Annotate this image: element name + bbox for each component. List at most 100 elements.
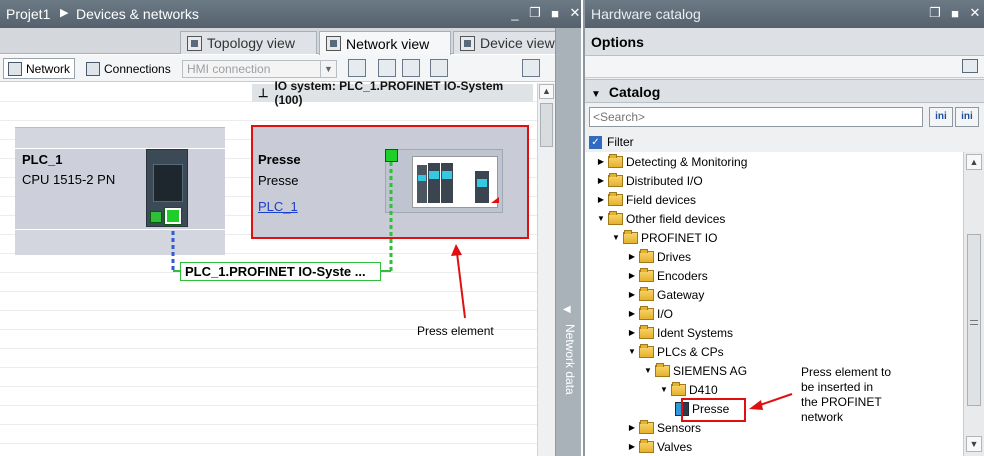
expand-icon[interactable]: ▶ [628, 271, 636, 280]
plc-type: CPU 1515-2 PN [22, 172, 116, 187]
io-controller-link[interactable]: PLC_1 [258, 199, 298, 214]
folder-icon [623, 229, 638, 244]
catalog-scrollbar[interactable]: ▲ ▼ [963, 152, 984, 456]
show-table-icon[interactable] [522, 59, 540, 77]
options-section[interactable]: Options [585, 28, 984, 56]
scroll-thumb[interactable] [540, 103, 553, 147]
tree-item[interactable]: ▶ Drives [628, 247, 691, 266]
presse-port-icon[interactable] [385, 149, 398, 162]
tree-item[interactable]: ▼ PROFINET IO [612, 228, 717, 247]
catalog-presse-highlight [681, 398, 746, 422]
minimize-icon[interactable]: _ [508, 6, 522, 21]
assign-name-icon[interactable] [348, 59, 366, 77]
expand-icon[interactable]: ▶ [597, 157, 605, 166]
collapse-icon[interactable]: ▼ [597, 214, 605, 223]
network-data-panel-toggle[interactable]: ◀ Network data [555, 28, 581, 456]
chevron-down-icon[interactable]: ▼ [591, 89, 601, 100]
collapse-icon[interactable]: ▼ [612, 233, 620, 242]
catalog-section[interactable]: ▼ Catalog [585, 79, 984, 103]
breadcrumb-project[interactable]: Projet1 [6, 6, 50, 22]
folder-icon [639, 419, 654, 434]
network-button[interactable]: Network [3, 58, 76, 79]
tree-item-label: Drives [657, 249, 692, 264]
maximize-icon[interactable]: ■ [548, 6, 562, 21]
expand-icon[interactable]: ▶ [628, 328, 636, 337]
scroll-up-icon[interactable]: ▲ [966, 154, 982, 170]
search-up-button[interactable]: ini [955, 107, 979, 127]
plc-port-icon[interactable] [150, 211, 162, 223]
tree-item-label: Valves [657, 439, 693, 454]
filter-label: Filter [607, 135, 634, 149]
options-toolbar [585, 56, 984, 78]
tree-item-label: SIEMENS AG [673, 363, 748, 378]
chevron-down-icon[interactable]: ▼ [320, 61, 336, 77]
tree-item[interactable]: ▼ Other field devices [597, 209, 725, 228]
io-system-text: IO system: PLC_1.PROFINET IO-System (100… [274, 79, 504, 107]
tree-item[interactable]: ▶ I/O [628, 304, 673, 323]
tree-item[interactable]: ▶ Ident Systems [628, 323, 733, 342]
expand-icon[interactable]: ▶ [597, 195, 605, 204]
folder-icon [655, 362, 670, 377]
tree-item-label: Encoders [657, 268, 708, 283]
panel-layout-icon[interactable] [962, 59, 978, 73]
tree-item-label: Gateway [657, 287, 705, 302]
tree-item-label: Other field devices [626, 211, 726, 226]
tab-label: Device view [480, 35, 555, 51]
grid-icon[interactable] [402, 59, 420, 77]
search-down-button[interactable]: ini [929, 107, 953, 127]
tree-item[interactable]: ▼ D410 [660, 380, 718, 399]
plc-profinet-port-icon[interactable] [164, 207, 182, 225]
tree-item[interactable]: ▶ Gateway [628, 285, 704, 304]
canvas-scrollbar[interactable]: ▲ [537, 83, 555, 456]
scroll-grip-icon [970, 320, 978, 325]
connections-button-label: Connections [104, 61, 171, 76]
plc-name: PLC_1 [22, 152, 63, 167]
restore-icon[interactable]: ❐ [928, 5, 942, 20]
close-icon[interactable]: ✕ [968, 5, 982, 20]
plc-device[interactable] [15, 127, 225, 255]
catalog-annotation: Press element to be inserted in the PROF… [801, 365, 892, 424]
zoom-icon[interactable] [430, 59, 448, 77]
expand-icon[interactable]: ▶ [628, 290, 636, 299]
collapse-icon[interactable]: ▼ [644, 366, 652, 375]
expand-left-icon[interactable]: ◀ [563, 304, 571, 315]
tab-network-view[interactable]: Network view [319, 31, 451, 55]
tree-item[interactable]: ▶ Encoders [628, 266, 708, 285]
tree-item[interactable]: ▶ Valves [628, 437, 692, 456]
tab-topology-view[interactable]: Topology view [180, 31, 317, 54]
collapse-icon[interactable]: ▼ [628, 347, 636, 356]
catalog-label: Catalog [608, 84, 661, 100]
expand-icon[interactable]: ▶ [628, 442, 636, 451]
scroll-down-icon[interactable]: ▼ [966, 436, 982, 452]
tree-item[interactable]: ▼ SIEMENS AG [644, 361, 747, 380]
network-button-label: Network [26, 61, 71, 76]
filter-checkbox[interactable]: ✓ [589, 135, 602, 149]
tab-label: Network view [346, 35, 430, 52]
maximize-icon[interactable]: ■ [948, 6, 962, 21]
expand-icon[interactable]: ▶ [628, 252, 636, 261]
catalog-title: Hardware catalog [591, 6, 701, 22]
connection-type-value: HMI connection [187, 62, 271, 76]
tree-item[interactable]: ▼ PLCs & CPs [628, 342, 724, 361]
view-tabs: Topology view Network view Device view [0, 28, 581, 55]
scroll-up-icon[interactable]: ▲ [539, 84, 554, 99]
tree-item[interactable]: ▶ Distributed I/O [597, 171, 703, 190]
catalog-search-input[interactable] [589, 107, 923, 127]
pin-icon[interactable]: ⊥ [258, 86, 268, 100]
relations-icon[interactable] [378, 59, 396, 77]
profinet-network-label[interactable]: PLC_1.PROFINET IO-Syste ... [180, 262, 381, 281]
filter-checkbox-row[interactable]: ✓ Filter [589, 135, 634, 149]
tree-item[interactable]: ▶ Detecting & Monitoring [597, 152, 747, 171]
connection-type-select[interactable]: HMI connection ▼ [182, 60, 337, 78]
close-icon[interactable]: ✕ [568, 5, 581, 20]
collapse-icon[interactable]: ▼ [660, 385, 668, 394]
folder-icon [639, 324, 654, 339]
restore-icon[interactable]: ❐ [528, 5, 542, 20]
expand-icon[interactable]: ▶ [628, 423, 636, 432]
expand-icon[interactable]: ▶ [597, 176, 605, 185]
tree-item-label: I/O [657, 306, 674, 321]
tree-item[interactable]: ▶ Field devices [597, 190, 696, 209]
connections-button[interactable]: Connections [82, 58, 175, 79]
expand-icon[interactable]: ▶ [628, 309, 636, 318]
tree-item-label: Ident Systems [657, 325, 734, 340]
